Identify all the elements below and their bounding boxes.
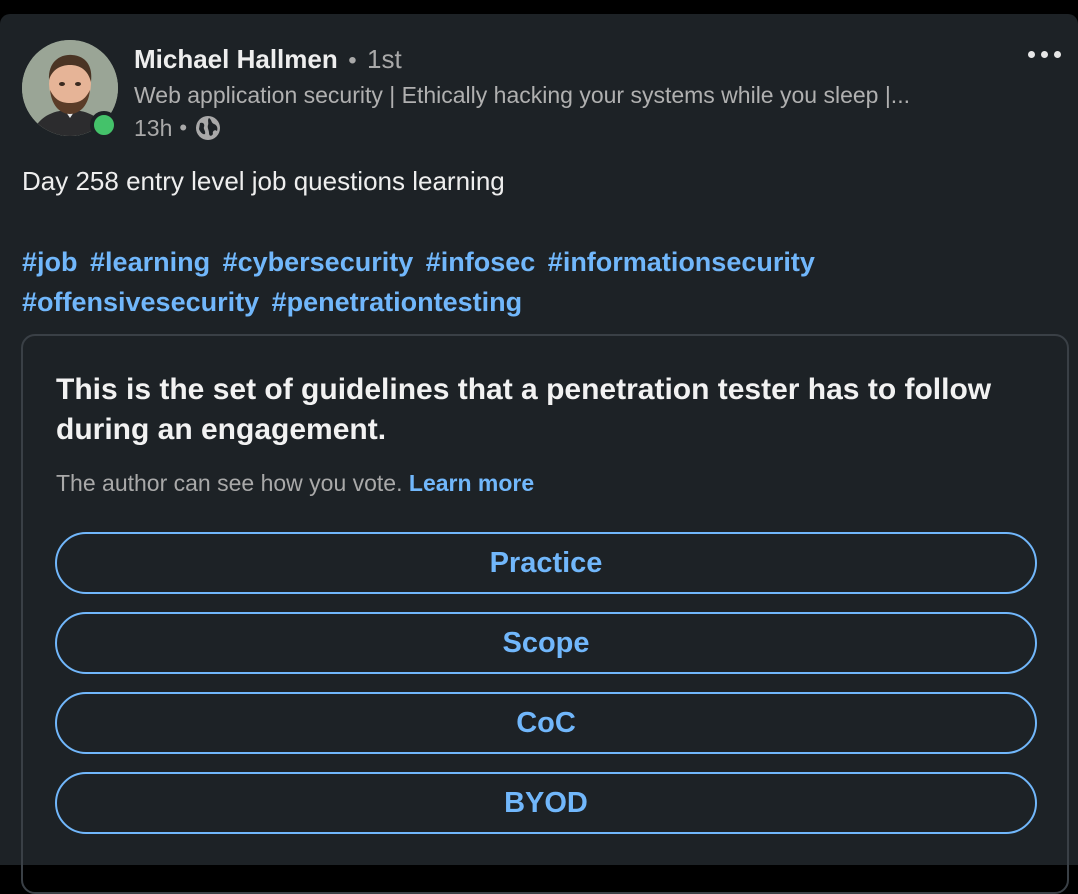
- poll-option-byod[interactable]: BYOD: [55, 772, 1037, 834]
- hashtag-link[interactable]: #learning: [90, 247, 210, 277]
- vote-visibility-text: The author can see how you vote.: [56, 470, 403, 496]
- hashtag-link[interactable]: #informationsecurity: [548, 247, 815, 277]
- poll-vote-note: The author can see how you vote. Learn m…: [56, 470, 534, 497]
- hashtag-link[interactable]: #cybersecurity: [223, 247, 414, 277]
- post-card: Michael Hallmen • 1st Web application se…: [0, 14, 1078, 894]
- hashtag-link[interactable]: #job: [22, 247, 78, 277]
- connection-degree: 1st: [367, 44, 402, 74]
- more-options-button[interactable]: [1018, 42, 1070, 66]
- author-headline: Web application security | Ethically hac…: [134, 82, 910, 108]
- post-time: 13h: [134, 114, 173, 141]
- poll-option-scope[interactable]: Scope: [55, 612, 1037, 674]
- author-name[interactable]: Michael Hallmen: [134, 44, 338, 74]
- more-horizontal-icon: [1027, 50, 1035, 58]
- hashtag-link[interactable]: #infosec: [426, 247, 536, 277]
- globe-icon: [196, 116, 221, 140]
- poll-card: This is the set of guidelines that a pen…: [21, 334, 1069, 894]
- hashtag-link[interactable]: #offensivesecurity: [22, 287, 259, 317]
- author-row: Michael Hallmen • 1st: [134, 44, 402, 75]
- post-meta: 13h •: [134, 114, 222, 142]
- learn-more-link[interactable]: Learn more: [409, 470, 534, 496]
- poll-question: This is the set of guidelines that a pen…: [56, 373, 992, 446]
- online-status-dot: [90, 111, 118, 139]
- poll-option-practice[interactable]: Practice: [55, 532, 1037, 594]
- name-separator: •: [348, 47, 357, 74]
- hashtag-link[interactable]: #penetrationtesting: [272, 287, 523, 317]
- poll-option-coc[interactable]: CoC: [55, 692, 1037, 754]
- post-text: Day 258 entry level job questions learni…: [22, 166, 505, 196]
- hashtag-list: #job #learning #cybersecurity #infosec #…: [22, 242, 1022, 322]
- time-separator: •: [179, 115, 188, 140]
